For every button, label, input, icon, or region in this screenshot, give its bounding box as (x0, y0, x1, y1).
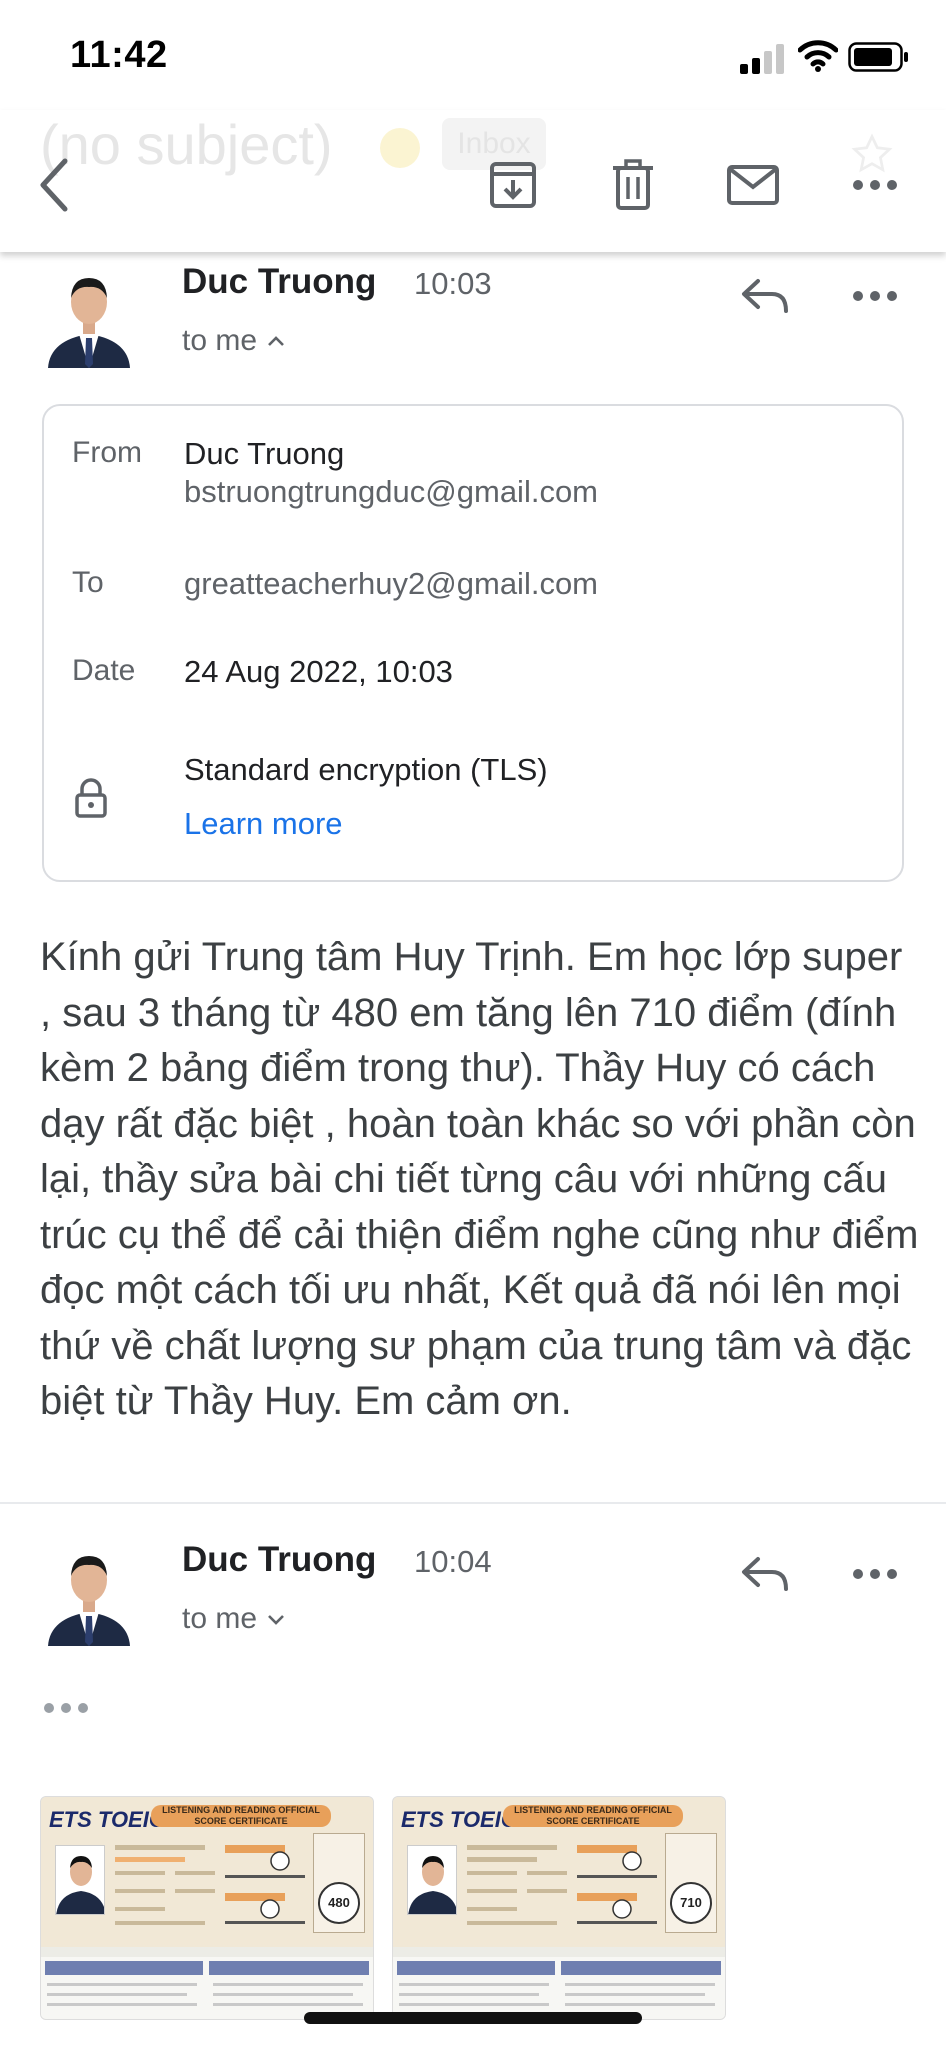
listening-tab (45, 1961, 203, 1975)
top-toolbar: (no subject) Inbox (0, 110, 946, 252)
toeic-logo: ETS TOEIC (49, 1807, 165, 1832)
total-score: 480 (318, 1882, 360, 1924)
from-name: Duc Truong (184, 436, 345, 471)
total-score: 710 (670, 1882, 712, 1924)
back-button[interactable] (20, 150, 90, 220)
date-value: 24 Aug 2022, 10:03 (184, 654, 453, 689)
recipient-toggle[interactable]: to me (182, 1602, 285, 1636)
more-horiz-icon (853, 180, 897, 190)
total-score-box: 710 (665, 1833, 717, 1933)
certificate-banner: LISTENING AND READING OFFICIAL SCORE CER… (151, 1805, 331, 1827)
sender-name: Duc Truong (182, 1540, 377, 1579)
back-arrow-icon (40, 158, 68, 212)
home-indicator[interactable] (304, 2012, 642, 2024)
toeic-logo: ETS TOEIC (401, 1807, 517, 1832)
certificate-header: ETS TOEIC LISTENING AND READING OFFICIAL… (41, 1797, 373, 1947)
battery-icon (848, 42, 908, 72)
attachment-thumbnail[interactable]: ETS TOEIC LISTENING AND READING OFFICIAL… (40, 1796, 374, 2020)
wifi-icon (798, 40, 838, 72)
from-email[interactable]: bstruongtrungduc@gmail.com (184, 474, 598, 510)
archive-icon (490, 162, 536, 208)
cellular-signal-icon (740, 44, 784, 74)
certificate-banner: LISTENING AND READING OFFICIAL SCORE CER… (503, 1805, 683, 1827)
attachment-thumbnail[interactable]: ETS TOEIC LISTENING AND READING OFFICIAL… (392, 1796, 726, 2020)
certificate-fields (115, 1845, 305, 1925)
trash-icon (613, 159, 653, 210)
reply-button[interactable] (730, 266, 800, 326)
message-details-card: From Duc Truong bstruongtrungduc@gmail.c… (42, 404, 904, 882)
status-time: 11:42 (70, 34, 168, 76)
mail-icon (727, 165, 779, 205)
certificate-header: ETS TOEIC LISTENING AND READING OFFICIAL… (393, 1797, 725, 1947)
certificate-fields (467, 1845, 657, 1925)
certificate-footer (41, 1957, 373, 2019)
from-label: From (72, 436, 142, 469)
total-score-box: 480 (313, 1833, 365, 1933)
message-time: 10:03 (414, 266, 492, 301)
to-email[interactable]: greatteacherhuy2@gmail.com (184, 566, 598, 602)
sender-avatar[interactable] (46, 1546, 132, 1646)
lock-icon (75, 778, 107, 818)
reply-icon (742, 279, 788, 313)
message-more-button[interactable] (840, 1544, 910, 1604)
message-divider (0, 1502, 946, 1504)
encryption-status: Standard encryption (TLS) (184, 752, 548, 787)
reading-tab (209, 1961, 369, 1975)
reply-button[interactable] (730, 1544, 800, 1604)
candidate-photo (407, 1845, 457, 1915)
sender-avatar[interactable] (46, 268, 132, 368)
reading-tab (561, 1961, 721, 1975)
importance-marker-icon (380, 128, 420, 168)
certificate-footer (393, 1957, 725, 2019)
recipient-summary: to me (182, 324, 258, 357)
message-body: Kính gửi Trung tâm Huy Trịnh. Em học lớp… (40, 935, 919, 1423)
candidate-photo (55, 1845, 105, 1915)
more-options-button[interactable] (840, 150, 910, 220)
more-horiz-icon (853, 1569, 897, 1579)
chevron-up-icon (268, 336, 284, 346)
show-trimmed-content-icon[interactable] (42, 1698, 92, 1718)
learn-more-link[interactable]: Learn more (184, 806, 343, 842)
recipient-toggle[interactable]: to me (182, 324, 285, 358)
reply-icon (742, 1557, 788, 1591)
sender-name: Duc Truong (182, 262, 377, 301)
date-label: Date (72, 654, 136, 687)
more-horiz-icon (853, 291, 897, 301)
mark-unread-button[interactable] (718, 150, 788, 220)
message-more-button[interactable] (840, 266, 910, 326)
recipient-summary: to me (182, 1602, 258, 1635)
chevron-down-icon (268, 1615, 284, 1625)
status-bar: 11:42 (0, 0, 946, 110)
archive-button[interactable] (478, 150, 548, 220)
delete-button[interactable] (598, 150, 668, 220)
message-time: 10:04 (414, 1544, 492, 1579)
listening-tab (397, 1961, 555, 1975)
to-label: To (72, 566, 104, 599)
